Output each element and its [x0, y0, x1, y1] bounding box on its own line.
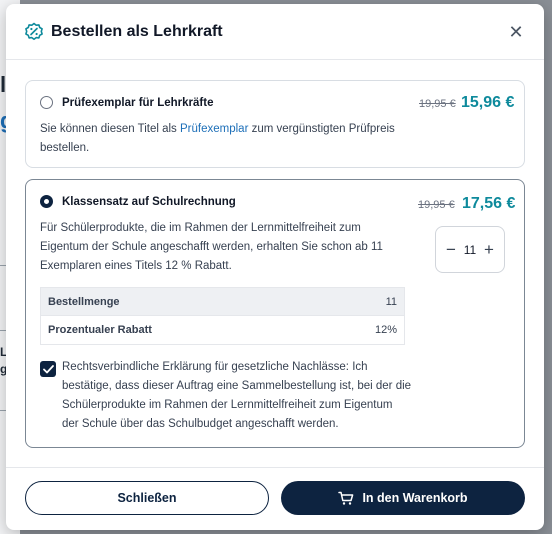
option-description: Sie können diesen Titel als Prüfexemplar… [40, 120, 410, 158]
review-copy-link[interactable]: Prüfexemplar [180, 123, 248, 135]
dialog-header: Bestellen als Lehrkraft ✕ [6, 4, 544, 60]
shopping-cart-icon [338, 491, 354, 505]
summary-label: Bestellmenge [48, 295, 120, 308]
quantity-value[interactable]: 11 [464, 243, 476, 257]
original-price: 19,95 € [419, 98, 456, 110]
add-to-cart-label: In den Warenkorb [362, 491, 468, 505]
discounted-price: 15,96 € [461, 94, 515, 111]
description-text: Sie können diesen Titel als [40, 123, 181, 135]
option-card-review-copy[interactable]: Prüfexemplar für Lehrkräfte 19,95 € 15,9… [25, 80, 525, 168]
summary-value: 12% [374, 324, 397, 336]
quantity-stepper: − 11 + [435, 226, 505, 273]
increment-button[interactable]: + [483, 241, 495, 258]
dialog-title: Bestellen als Lehrkraft [51, 23, 223, 40]
discounted-price: 17,56 € [462, 195, 516, 212]
add-to-cart-button[interactable]: In den Warenkorb [281, 481, 525, 515]
discount-badge-icon [24, 22, 44, 42]
summary-label: Prozentualer Rabatt [48, 324, 152, 336]
order-summary-table: Bestellmenge 11 Prozentualer Rabatt 12% [40, 287, 405, 345]
option-title: Klassensatz auf Schulrechnung [62, 196, 236, 208]
declaration-checkbox[interactable] [40, 361, 56, 377]
summary-row: Bestellmenge 11 [41, 288, 404, 316]
declaration-text: Rechtsverbindliche Erklärung für gesetzl… [62, 361, 412, 430]
checkmark-icon [42, 364, 54, 373]
option-description: Für Schülerprodukte, die im Rahmen der L… [40, 222, 383, 272]
decrement-button[interactable]: − [445, 241, 457, 258]
radio-review-copy[interactable] [40, 96, 53, 109]
option-card-class-set[interactable]: Klassensatz auf Schulrechnung 19,95 € 17… [25, 179, 525, 448]
original-price: 19,95 € [418, 199, 455, 211]
summary-value: 11 [385, 295, 397, 308]
order-as-teacher-dialog: Bestellen als Lehrkraft ✕ Prüfexemplar f… [6, 4, 544, 530]
option-title: Prüfexemplar für Lehrkräfte [62, 97, 214, 109]
close-icon[interactable]: ✕ [506, 22, 526, 42]
close-button[interactable]: Schließen [25, 481, 269, 515]
summary-row: Prozentualer Rabatt 12% [41, 316, 404, 344]
radio-class-set[interactable] [40, 195, 53, 208]
